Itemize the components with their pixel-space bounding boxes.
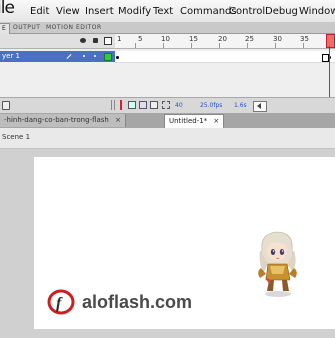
menu-file-partial[interactable]: ile	[0, 0, 15, 18]
svg-text:f: f	[56, 295, 63, 312]
frame-number: 10	[161, 35, 170, 43]
frame-number: 5	[138, 35, 143, 43]
menu-debug[interactable]: Debug	[265, 6, 298, 17]
lock-dot-icon[interactable]	[94, 55, 96, 57]
doc-tab-1-title: -hinh-dang-co-ban-trong-flash	[4, 116, 109, 124]
pencil-icon	[66, 54, 72, 59]
close-icon[interactable]: ×	[213, 117, 219, 125]
frame-number: 35	[300, 35, 309, 43]
lock-icon[interactable]	[93, 38, 98, 43]
logo-text: aloflash.com	[82, 292, 193, 312]
scene-label[interactable]: Scene 1	[2, 133, 30, 141]
visibility-dot-icon[interactable]	[83, 55, 85, 57]
menu-edit[interactable]: Edit	[30, 6, 49, 17]
menu-window[interactable]: Window	[299, 6, 335, 17]
trash-icon[interactable]	[2, 101, 10, 110]
doc-tab-2-title: Untitled-1*	[169, 117, 208, 125]
playhead-marker-icon[interactable]	[326, 34, 335, 48]
doc-tab-1[interactable]: -hinh-dang-co-ban-trong-flash ×	[0, 114, 126, 127]
frames-area[interactable]: 1 5 10 15 20 25 30 35	[115, 34, 335, 98]
current-frame-readout[interactable]: 40	[175, 102, 183, 109]
fps-readout[interactable]: 25.0fps	[200, 102, 222, 109]
menu-modify[interactable]: Modify	[118, 6, 151, 17]
frame-number: 30	[273, 35, 282, 43]
arrow-left-icon	[257, 103, 261, 109]
menu-text[interactable]: Text	[153, 6, 173, 17]
panel-tab-bar: E OUTPUT MOTION EDITOR	[0, 22, 335, 34]
frame-number: 15	[189, 35, 198, 43]
frame-number: 20	[218, 35, 227, 43]
onion-skin-icon[interactable]	[139, 101, 147, 109]
playhead-line	[329, 46, 330, 98]
aloflash-logo-icon: f	[47, 289, 75, 315]
frame-ruler[interactable]: 1 5 10 15 20 25 30 35	[115, 34, 335, 49]
breadcrumb: Scene 1	[0, 128, 335, 149]
outline-icon[interactable]	[104, 37, 112, 45]
scroll-divider-icon[interactable]	[111, 100, 115, 110]
timeline-status-bar: 40 25.0fps 1.6s	[0, 97, 335, 114]
outline-color-icon[interactable]	[104, 53, 112, 61]
document-tab-bar: -hinh-dang-co-ban-trong-flash × Untitled…	[0, 113, 335, 128]
stage[interactable]: f aloflash.com	[34, 157, 335, 329]
frame-number: 1	[117, 35, 122, 43]
onion-outline-icon[interactable]	[150, 101, 158, 109]
frame-number: 25	[245, 35, 254, 43]
tab-motion-editor[interactable]: MOTION EDITOR	[46, 23, 102, 33]
eye-icon[interactable]	[80, 38, 86, 43]
layer-row[interactable]: yer 1	[0, 51, 115, 62]
menu-insert[interactable]: Insert	[85, 6, 114, 17]
time-readout[interactable]: 1.6s	[234, 102, 247, 109]
character-image	[258, 231, 297, 297]
onion-skin-marker-icon[interactable]	[120, 100, 122, 110]
frame-row[interactable]	[115, 51, 335, 63]
menu-view[interactable]: View	[56, 6, 80, 17]
center-frame-icon[interactable]	[128, 101, 136, 109]
edit-multiple-frames-icon[interactable]	[162, 101, 170, 109]
menu-bar: ile Edit View Insert Modify Text Command…	[0, 0, 335, 22]
close-icon[interactable]: ×	[115, 116, 121, 124]
keyframe-icon[interactable]	[116, 56, 119, 59]
doc-tab-2[interactable]: Untitled-1* ×	[164, 114, 225, 128]
menu-control[interactable]: Control	[229, 6, 265, 17]
layer-name: yer 1	[2, 52, 21, 60]
tab-output[interactable]: OUTPUT	[13, 23, 40, 33]
tab-timeline[interactable]: E	[0, 23, 11, 34]
